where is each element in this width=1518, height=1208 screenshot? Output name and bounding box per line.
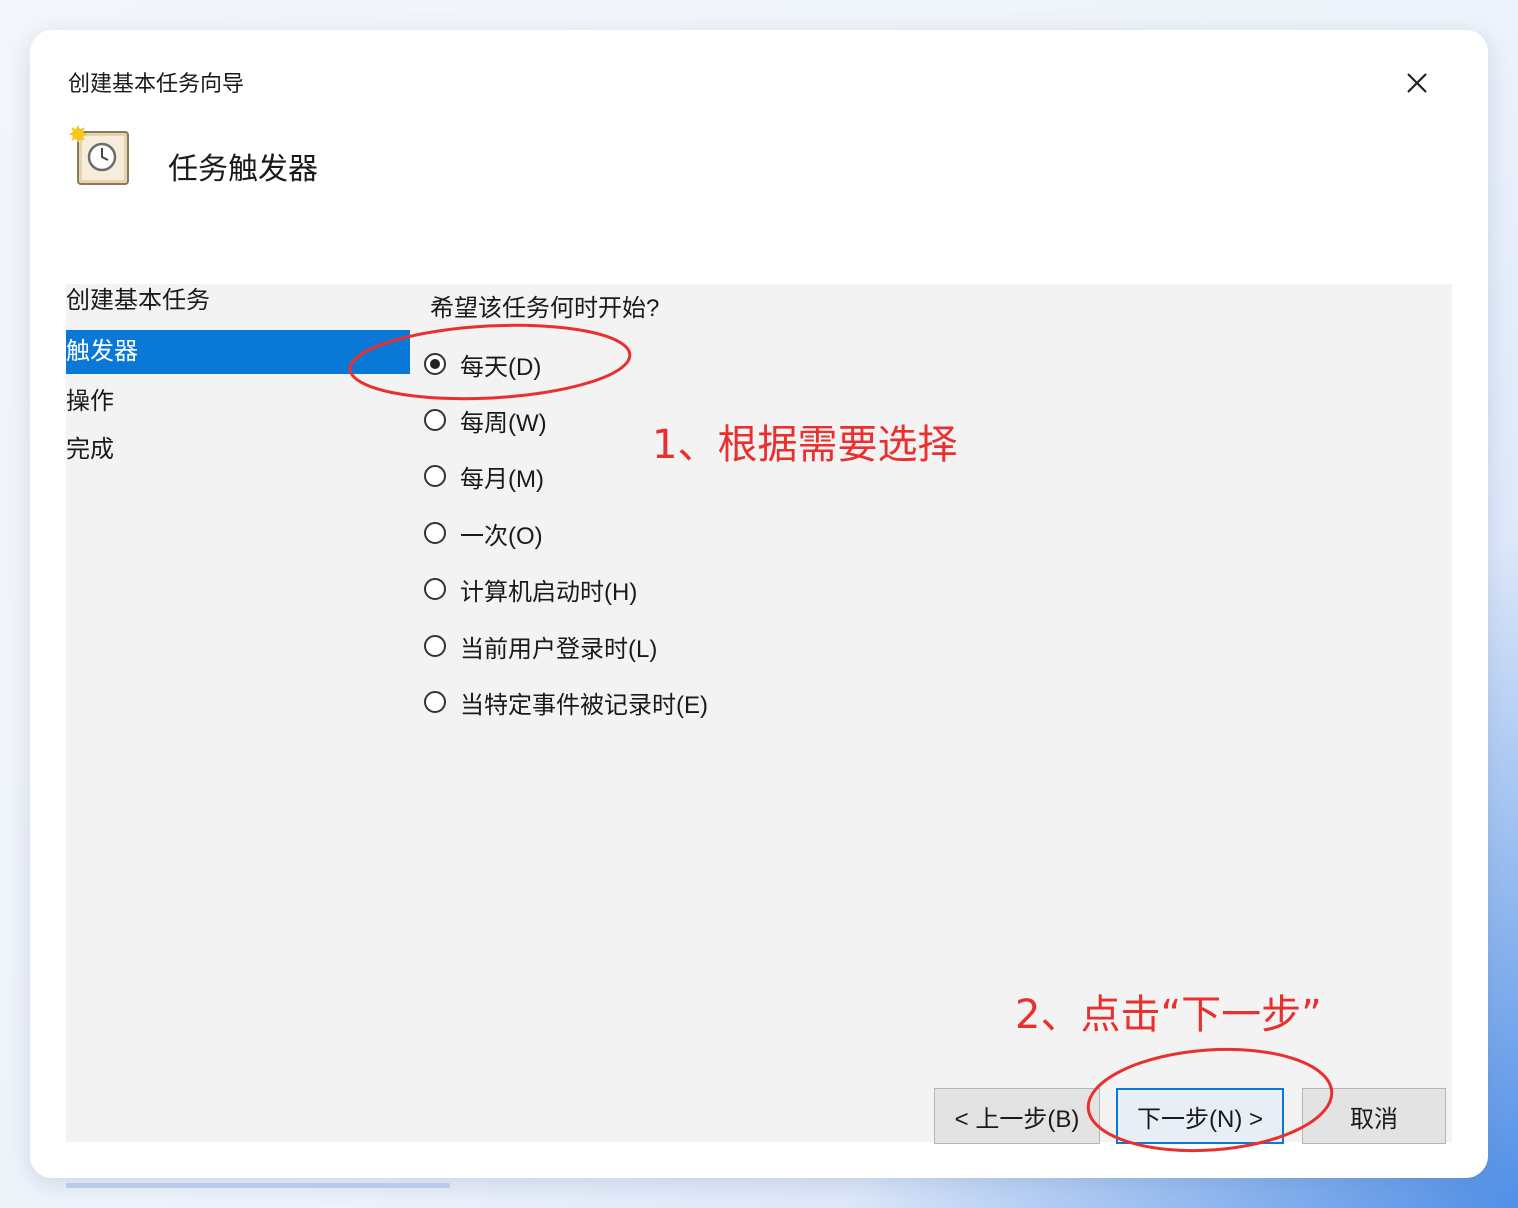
task-clock-icon (70, 126, 129, 185)
annotation-step2: 2、点击“下一步” (1015, 992, 1322, 1038)
radio-label: 一次(O) (460, 522, 543, 550)
radio-daily[interactable]: 每天(D) (424, 344, 541, 384)
radio-label: 当特定事件被记录时(E) (460, 691, 708, 719)
cancel-button[interactable]: 取消 (1302, 1088, 1446, 1144)
radio-unselected-icon (424, 635, 446, 657)
radio-selected-icon (424, 353, 446, 375)
step-list: 创建基本任务 触发器 操作 完成 (66, 284, 410, 474)
back-button[interactable]: < 上一步(B) (934, 1088, 1100, 1144)
radio-label: 当前用户登录时(L) (460, 635, 658, 663)
step-action[interactable]: 操作 (66, 378, 410, 426)
close-icon (1407, 73, 1427, 93)
radio-logon[interactable]: 当前用户登录时(L) (424, 626, 657, 666)
wizard-dialog: 创建基本任务向导 任务触发器 创建基本任务 触发器 操作 完成 希望该任务何时开… (66, 58, 1452, 1144)
step-trigger[interactable]: 触发器 (66, 330, 410, 374)
radio-unselected-icon (424, 465, 446, 487)
radio-unselected-icon (424, 691, 446, 713)
radio-label: 每周(W) (460, 409, 547, 437)
scroll-indicator (66, 1183, 450, 1188)
next-button[interactable]: 下一步(N) > (1116, 1088, 1284, 1144)
radio-once[interactable]: 一次(O) (424, 513, 543, 553)
window-title: 创建基本任务向导 (68, 71, 245, 96)
step-create-basic-task[interactable]: 创建基本任务 (66, 284, 410, 330)
radio-monthly[interactable]: 每月(M) (424, 456, 544, 496)
step-finish[interactable]: 完成 (66, 426, 410, 474)
trigger-question: 希望该任务何时开始? (430, 295, 660, 322)
radio-event[interactable]: 当特定事件被记录时(E) (424, 682, 708, 722)
radio-unselected-icon (424, 409, 446, 431)
close-button[interactable] (1400, 66, 1434, 100)
radio-weekly[interactable]: 每周(W) (424, 400, 547, 440)
annotation-step1: 1、根据需要选择 (652, 422, 958, 468)
radio-unselected-icon (424, 522, 446, 544)
radio-label: 计算机启动时(H) (460, 578, 638, 606)
radio-unselected-icon (424, 578, 446, 600)
radio-startup[interactable]: 计算机启动时(H) (424, 569, 637, 609)
page-title: 任务触发器 (168, 153, 318, 186)
radio-label: 每天(D) (460, 353, 542, 381)
radio-label: 每月(M) (460, 465, 544, 493)
